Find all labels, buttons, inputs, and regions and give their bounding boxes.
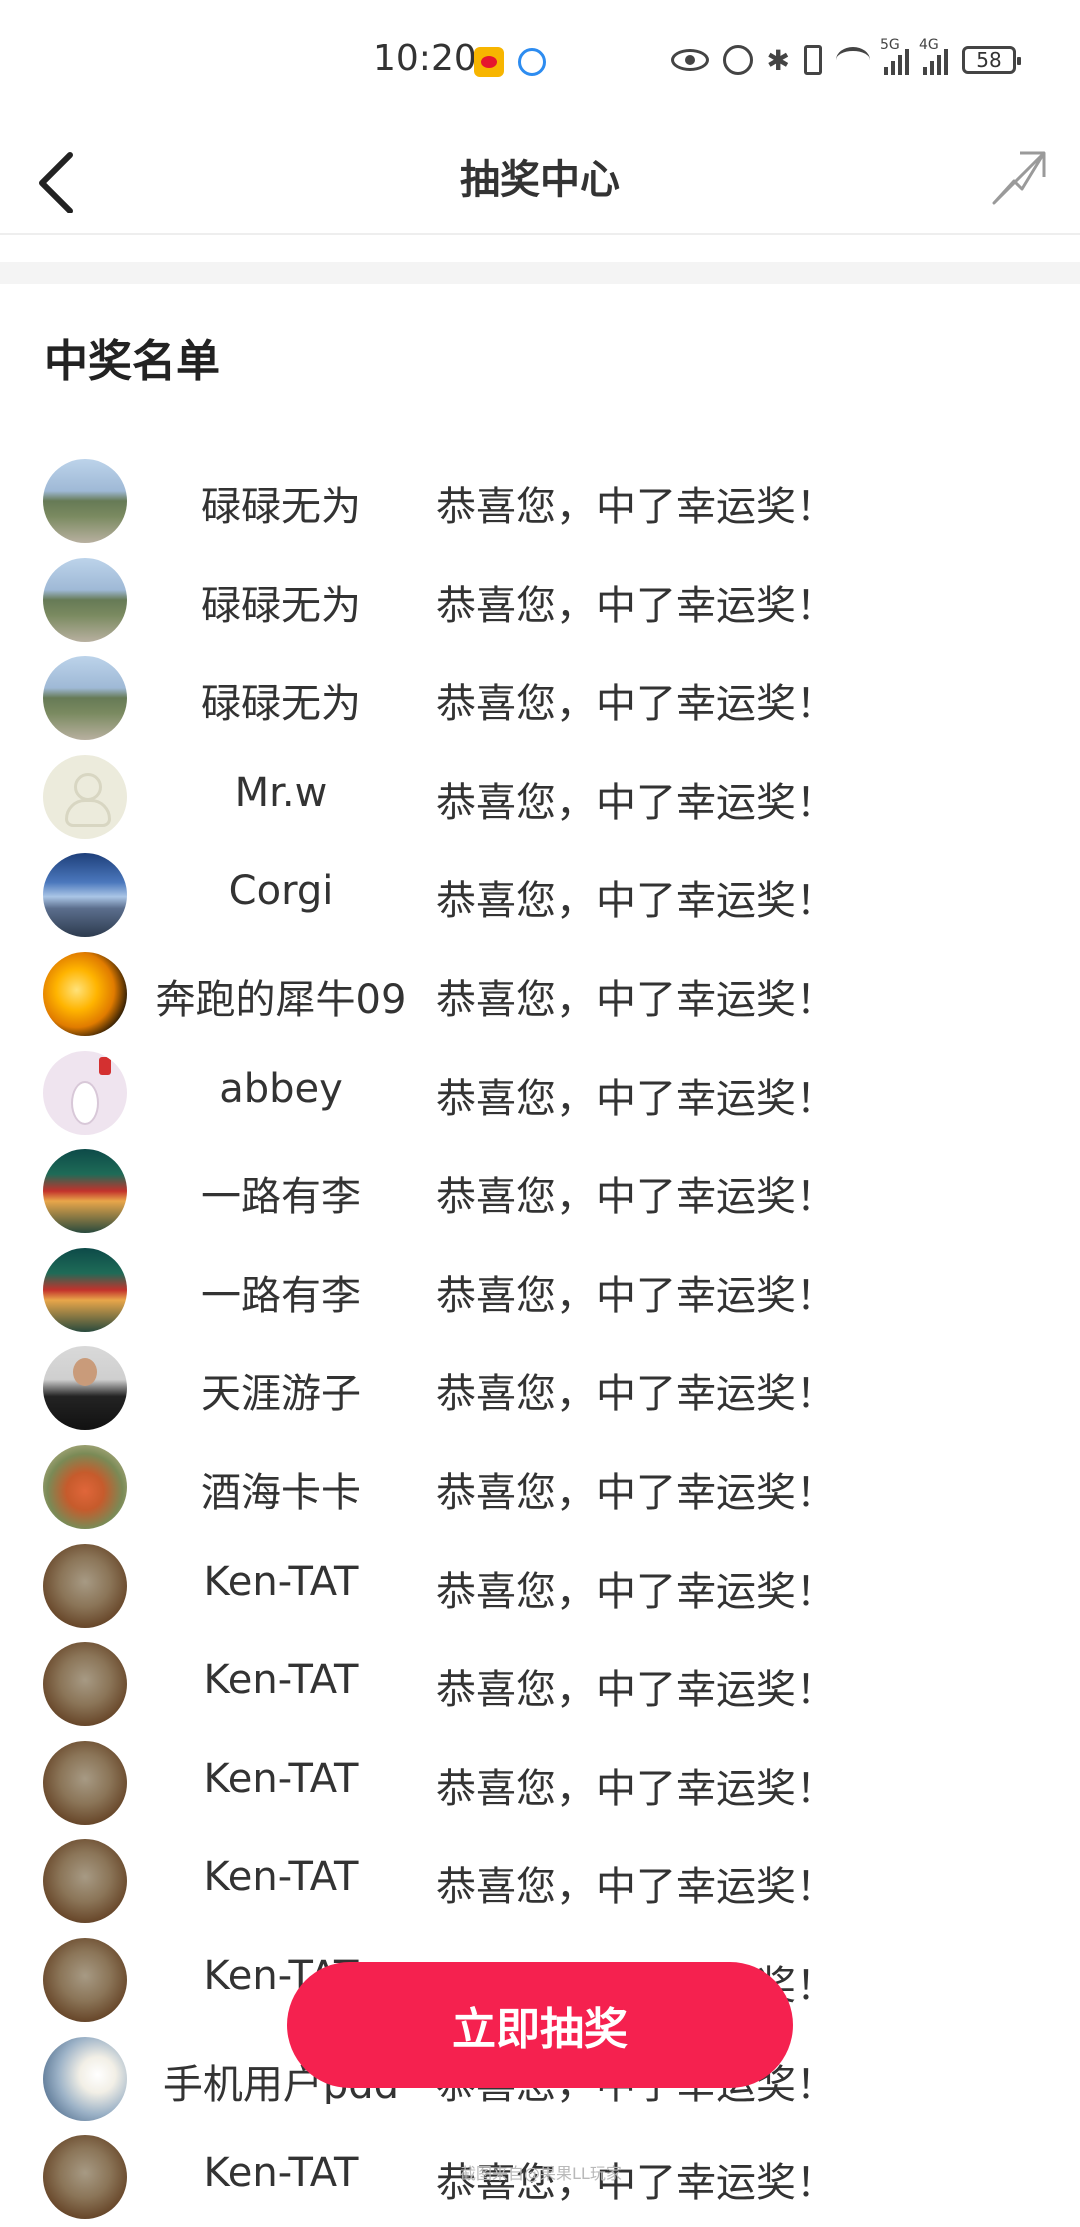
avatar [43,1642,127,1727]
avatar [43,459,127,543]
winner-row: 奔跑的犀牛09 恭喜您，中了幸运奖！ [0,945,1080,1044]
weibo-icon [474,47,504,77]
bluetooth-icon: ✱ [766,43,790,77]
draw-now-button[interactable]: 立即抽奖 [287,1962,793,2088]
winner-name: Ken-TAT [203,1657,359,1704]
winner-row: abbey 恭喜您，中了幸运奖！ [0,1044,1080,1143]
winner-row: Ken-TAT 恭喜您，中了幸运奖！ [0,1537,1080,1636]
winner-name: 奔跑的犀牛09 [155,976,407,1019]
status-app-icons [474,47,546,77]
avatar [43,853,127,938]
status-time: 10:20 [373,38,477,79]
section-divider [0,262,1080,284]
winner-row: 碌碌无为 恭喜您，中了幸运奖！ [0,649,1080,748]
winner-name: 碌碌无为 [201,582,361,625]
eye-icon [670,49,709,71]
avatar [43,951,127,1036]
avatar [43,2036,127,2121]
share-button[interactable] [984,143,1054,213]
wifi-icon [836,47,870,73]
avatar [43,1444,127,1529]
avatar [43,1346,127,1431]
avatar [43,2135,127,2220]
winner-message: 恭喜您，中了幸运奖！ [436,1568,836,1615]
winner-row: 一路有李 恭喜您，中了幸运奖！ [0,1241,1080,1340]
winner-row: 天涯游子 恭喜您，中了幸运奖！ [0,1339,1080,1438]
nav-bar: 抽奖中心 [0,125,1080,235]
winner-name: Ken-TAT [203,1558,359,1605]
signal-4g-icon: 4G [919,37,948,75]
signal-5g-icon: 5G [880,37,909,75]
winner-message: 恭喜您，中了幸运奖！ [436,976,836,1023]
winner-message: 恭喜您，中了幸运奖！ [436,1272,836,1319]
winner-row: Ken-TAT 恭喜您，中了幸运奖！ [0,1832,1080,1931]
winner-name: Ken-TAT [203,1755,359,1802]
battery-level: 58 [976,48,1002,72]
winner-list-title: 中奖名单 [44,336,220,387]
winner-name: 酒海卡卡 [201,1469,361,1512]
winner-row: Mr.w 恭喜您，中了幸运奖！ [0,748,1080,847]
winner-name: Corgi [228,868,334,915]
chat-icon [518,48,546,76]
winner-name: Ken-TAT [203,1854,359,1901]
avatar [43,1050,127,1135]
winner-name: 一路有李 [201,1174,361,1217]
battery-icon: 58 [962,46,1021,74]
avatar [43,1839,127,1924]
winner-name: 天涯游子 [201,1371,361,1414]
winner-message: 恭喜您，中了幸运奖！ [436,1765,836,1812]
avatar [43,557,127,642]
winner-row: 碌碌无为 恭喜您，中了幸运奖！ [0,452,1080,551]
status-indicators: ✱ 5G 4G 58 [670,37,1021,77]
vibrate-icon [804,45,822,75]
winner-message: 恭喜您，中了幸运奖！ [436,779,836,826]
winner-row: 一路有李 恭喜您，中了幸运奖！ [0,1142,1080,1241]
winner-message: 恭喜您，中了幸运奖！ [436,1075,836,1122]
winner-message: 恭喜您，中了幸运奖！ [436,484,836,530]
avatar [43,1937,127,2022]
watermark: 截图来自@果果LL玩家 [460,2164,622,2183]
winner-message: 恭喜您，中了幸运奖！ [436,1371,836,1418]
share-icon [992,151,1046,205]
winner-name: Ken-TAT [203,2150,359,2197]
winner-list: 碌碌无为 恭喜您，中了幸运奖！ 碌碌无为 恭喜您，中了幸运奖！ 碌碌无为 恭喜您，中了幸运… [0,452,1080,2227]
winner-message: 恭喜您，中了幸运奖！ [436,582,836,629]
avatar [43,754,127,839]
winner-name: abbey [219,1065,343,1112]
avatar [43,1247,127,1332]
winner-row: Corgi 恭喜您，中了幸运奖！ [0,846,1080,945]
winner-name: 碌碌无为 [201,484,361,526]
page-title: 抽奖中心 [460,157,620,203]
winner-message: 恭喜您，中了幸运奖！ [436,1174,836,1221]
winner-message: 恭喜您，中了幸运奖！ [436,878,836,925]
avatar [43,656,127,741]
winner-row: Ken-TAT 恭喜您，中了幸运奖！ [0,1635,1080,1734]
winner-message: 恭喜您，中了幸运奖！ [436,1667,836,1714]
winner-name: 碌碌无为 [201,681,361,724]
winner-message: 恭喜您，中了幸运奖！ [436,1469,836,1516]
winner-row: 酒海卡卡 恭喜您，中了幸运奖！ [0,1438,1080,1537]
winner-message: 恭喜您，中了幸运奖！ [436,1864,836,1911]
avatar [43,1740,127,1825]
status-bar: 10:20 ✱ 5G 4G 58 [0,0,1080,125]
avatar [43,1149,127,1234]
winner-name: 一路有李 [201,1272,361,1315]
winner-name: Mr.w [234,769,328,816]
winner-message: 恭喜您，中了幸运奖！ [436,681,836,728]
avatar [43,1543,127,1628]
winner-row: 碌碌无为 恭喜您，中了幸运奖！ [0,551,1080,650]
alarm-icon [722,45,753,75]
winner-row: Ken-TAT 恭喜您，中了幸运奖！ [0,1734,1080,1833]
